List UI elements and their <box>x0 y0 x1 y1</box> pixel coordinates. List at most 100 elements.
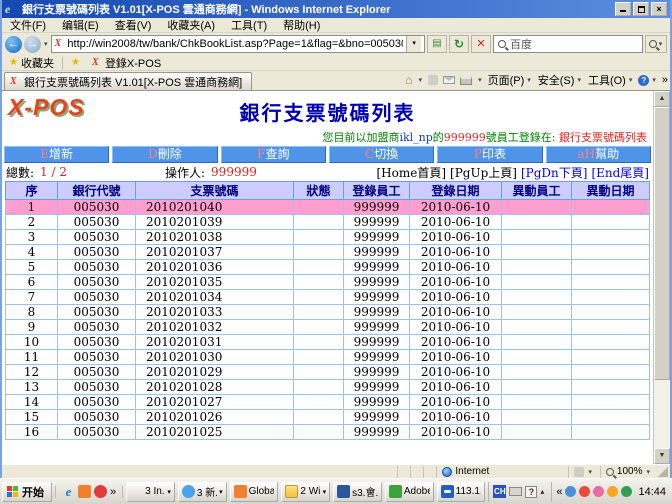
overflow-chevron[interactable]: » <box>662 74 668 86</box>
menu-item[interactable]: 文件(F) <box>2 17 54 33</box>
cell-modify-date <box>572 230 650 245</box>
globe-icon <box>442 467 452 477</box>
add-favorite-button[interactable]: ★ <box>67 56 84 70</box>
column-header: 異動員工 <box>502 182 572 200</box>
vertical-scrollbar[interactable]: ▲ ▼ <box>653 91 670 464</box>
command-menu-item[interactable]: 页面(P)▾ <box>488 72 532 88</box>
task-button[interactable]: Adobe... ▾ <box>385 482 434 502</box>
app-quicklaunch-icon[interactable] <box>78 485 91 498</box>
task-button[interactable]: s3.會... ▾ <box>333 482 382 502</box>
menu-item[interactable]: 工具(T) <box>223 17 275 33</box>
ime-help-icon[interactable]: ? <box>525 486 537 498</box>
scrollbar-track[interactable] <box>654 107 670 448</box>
table-row[interactable]: 9 005030 2010201032 999999 2010-06-10 <box>6 320 650 335</box>
address-input[interactable]: X http://win2008/tw/bank/ChkBookList.asp… <box>51 35 425 53</box>
table-row[interactable]: 10 005030 2010201031 999999 2010-06-10 <box>6 335 650 350</box>
paging-link[interactable]: [PgDn下頁] <box>521 164 587 181</box>
stop-button[interactable]: ✕ <box>471 35 491 53</box>
table-row[interactable]: 11 005030 2010201030 999999 2010-06-10 <box>6 350 650 365</box>
table-row[interactable]: 5 005030 2010201036 999999 2010-06-10 <box>6 260 650 275</box>
cell-entry-date: 2010-06-10 <box>410 305 502 320</box>
minimize-button[interactable] <box>615 2 631 16</box>
tray-icon-blue[interactable] <box>565 486 576 497</box>
table-row[interactable]: 2 005030 2010201039 999999 2010-06-10 <box>6 215 650 230</box>
table-row[interactable]: 4 005030 2010201037 999999 2010-06-10 <box>6 245 650 260</box>
forward-button[interactable]: → <box>24 36 41 53</box>
favorites-link-login-xpos[interactable]: X 登錄X-POS <box>88 56 165 70</box>
start-label: 开始 <box>22 484 44 500</box>
clock[interactable]: 14:44 <box>638 486 666 498</box>
function-button[interactable]: F查詢 <box>221 146 326 163</box>
print-dropdown-icon[interactable]: ▾ <box>477 76 483 84</box>
merchant-code: ikl_np <box>399 131 432 144</box>
scroll-up-icon[interactable]: ▲ <box>654 91 670 107</box>
table-row[interactable]: 6 005030 2010201035 999999 2010-06-10 <box>6 275 650 290</box>
paging-link[interactable]: [Home首頁] <box>377 164 447 181</box>
menu-item[interactable]: 帮助(H) <box>275 17 328 33</box>
qq-quicklaunch-icon[interactable] <box>94 485 107 498</box>
maximize-button[interactable] <box>633 2 649 16</box>
print-icon[interactable] <box>460 76 472 85</box>
tray-icon-pink[interactable] <box>593 486 604 497</box>
table-row[interactable]: 13 005030 2010201028 999999 2010-06-10 <box>6 380 650 395</box>
function-button[interactable]: P印表 <box>437 146 542 163</box>
cell-status <box>294 290 344 305</box>
address-dropdown-icon[interactable]: ▾ <box>406 36 421 52</box>
paging-link[interactable]: [End尾頁] <box>591 164 649 181</box>
task-button[interactable]: 2 Wi... ▾ <box>281 482 330 502</box>
function-button[interactable]: aH幫助 <box>546 146 651 163</box>
refresh-button[interactable]: ↻ <box>449 35 469 53</box>
tray-icon-orange[interactable] <box>607 486 618 497</box>
home-icon[interactable]: ⌂ <box>405 73 412 87</box>
menu-item[interactable]: 查看(V) <box>107 17 160 33</box>
task-button[interactable]: 3 新... ▾ <box>178 482 227 502</box>
task-button[interactable]: 113.1... ▾ <box>437 482 486 502</box>
table-row[interactable]: 3 005030 2010201038 999999 2010-06-10 <box>6 230 650 245</box>
search-input[interactable]: 百度 <box>493 35 643 53</box>
language-indicator[interactable]: CH <box>493 485 506 498</box>
start-button[interactable]: 开始 <box>2 482 52 502</box>
scroll-down-icon[interactable]: ▼ <box>654 448 670 464</box>
ie-quicklaunch-icon[interactable]: e <box>62 485 75 498</box>
favorites-button[interactable]: ★ 收藏夹 <box>5 56 58 70</box>
table-row[interactable]: 16 005030 2010201025 999999 2010-06-10 <box>6 425 650 440</box>
home-dropdown-icon[interactable]: ▾ <box>418 76 424 84</box>
active-tab[interactable]: X 銀行支票號碼列表 V1.01[X-POS 雲通商務網] <box>4 72 252 90</box>
collapse-chevron-icon[interactable]: ▴ <box>540 487 544 496</box>
table-row[interactable]: 12 005030 2010201029 999999 2010-06-10 <box>6 365 650 380</box>
search-go-button[interactable]: ▾ <box>645 35 667 53</box>
scrollbar-thumb[interactable] <box>654 107 670 380</box>
expand-tray-chevron[interactable]: « <box>556 486 562 498</box>
compatibility-view-button[interactable]: ▤ <box>427 35 447 53</box>
menu-item[interactable]: 编辑(E) <box>54 17 107 33</box>
command-menu-item[interactable]: 工具(O)▾ <box>588 72 633 88</box>
function-button[interactable]: C切換 <box>329 146 434 163</box>
protected-mode-pane[interactable]: ▾ <box>568 466 598 478</box>
table-row[interactable]: 8 005030 2010201033 999999 2010-06-10 <box>6 305 650 320</box>
table-row[interactable]: 15 005030 2010201026 999999 2010-06-10 <box>6 410 650 425</box>
close-button[interactable]: × <box>651 2 667 16</box>
table-row[interactable]: 7 005030 2010201034 999999 2010-06-10 <box>6 290 650 305</box>
resize-grip[interactable] <box>658 467 668 477</box>
table-row[interactable]: 14 005030 2010201027 999999 2010-06-10 <box>6 395 650 410</box>
function-button[interactable]: E增新 <box>4 146 109 163</box>
tray-icon-green[interactable] <box>621 486 632 497</box>
feed-icon[interactable] <box>428 75 438 85</box>
command-menu-item[interactable]: 安全(S)▾ <box>538 72 582 88</box>
zoom-control[interactable]: 100% ▾ <box>600 466 656 478</box>
tray-icon-qq[interactable] <box>579 486 590 497</box>
task-button[interactable]: 3 In... ▾ <box>126 482 175 502</box>
task-button[interactable]: Globa... ▾ <box>230 482 279 502</box>
keyboard-icon[interactable] <box>509 487 522 496</box>
menu-item[interactable]: 收藏夹(A) <box>159 17 223 33</box>
history-dropdown-icon[interactable]: ▾ <box>43 40 49 48</box>
help-menu[interactable]: ?▾ <box>638 75 657 86</box>
table-row[interactable]: 1 005030 2010201040 999999 2010-06-10 <box>6 200 650 215</box>
paging-link[interactable]: [PgUp上頁] <box>450 164 517 181</box>
back-button[interactable]: ← <box>5 36 22 53</box>
quicklaunch-overflow-chevron[interactable]: » <box>110 486 116 498</box>
divider <box>55 486 56 498</box>
function-button[interactable]: D刪除 <box>112 146 217 163</box>
favorites-label: 收藏夹 <box>21 55 54 71</box>
read-mail-icon[interactable] <box>443 76 455 84</box>
